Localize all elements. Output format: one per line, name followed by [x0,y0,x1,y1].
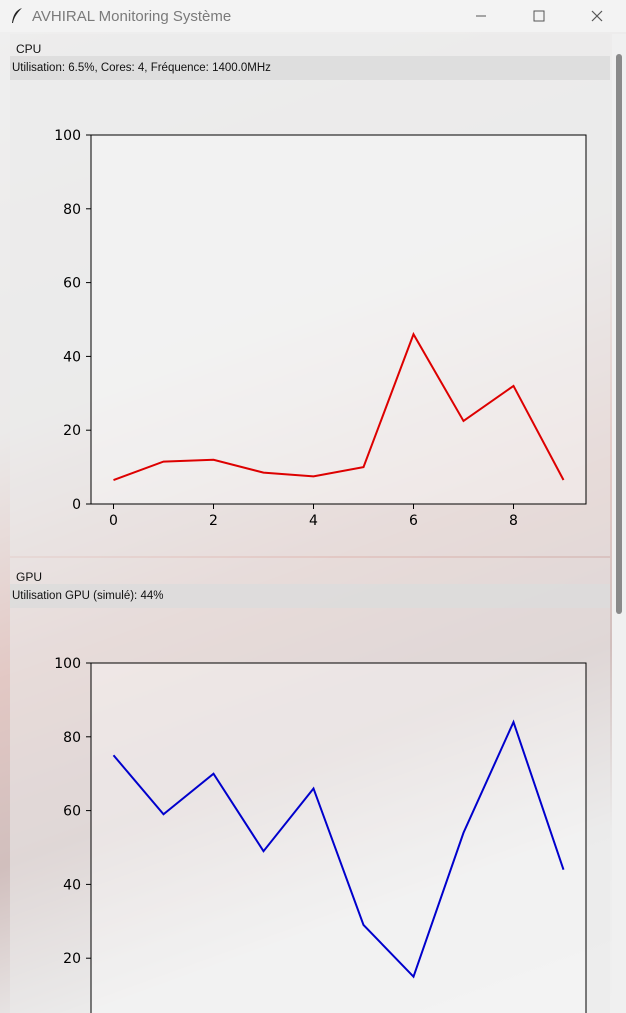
gpu-y-tick-label: 40 [63,877,81,893]
gpu-plot-frame [90,662,587,1013]
gpu-y-tick-label: 60 [63,804,81,820]
gpu-y-tick-label: 80 [63,730,81,746]
gpu-y-tick-label: 20 [63,951,81,967]
gpu-y-tick-label: 100 [54,656,81,672]
scrollbar-thumb[interactable] [616,54,622,614]
vertical-scrollbar[interactable] [612,34,626,1013]
gpu-usage-chart: 20 40 60 80 100 [54,656,587,1013]
